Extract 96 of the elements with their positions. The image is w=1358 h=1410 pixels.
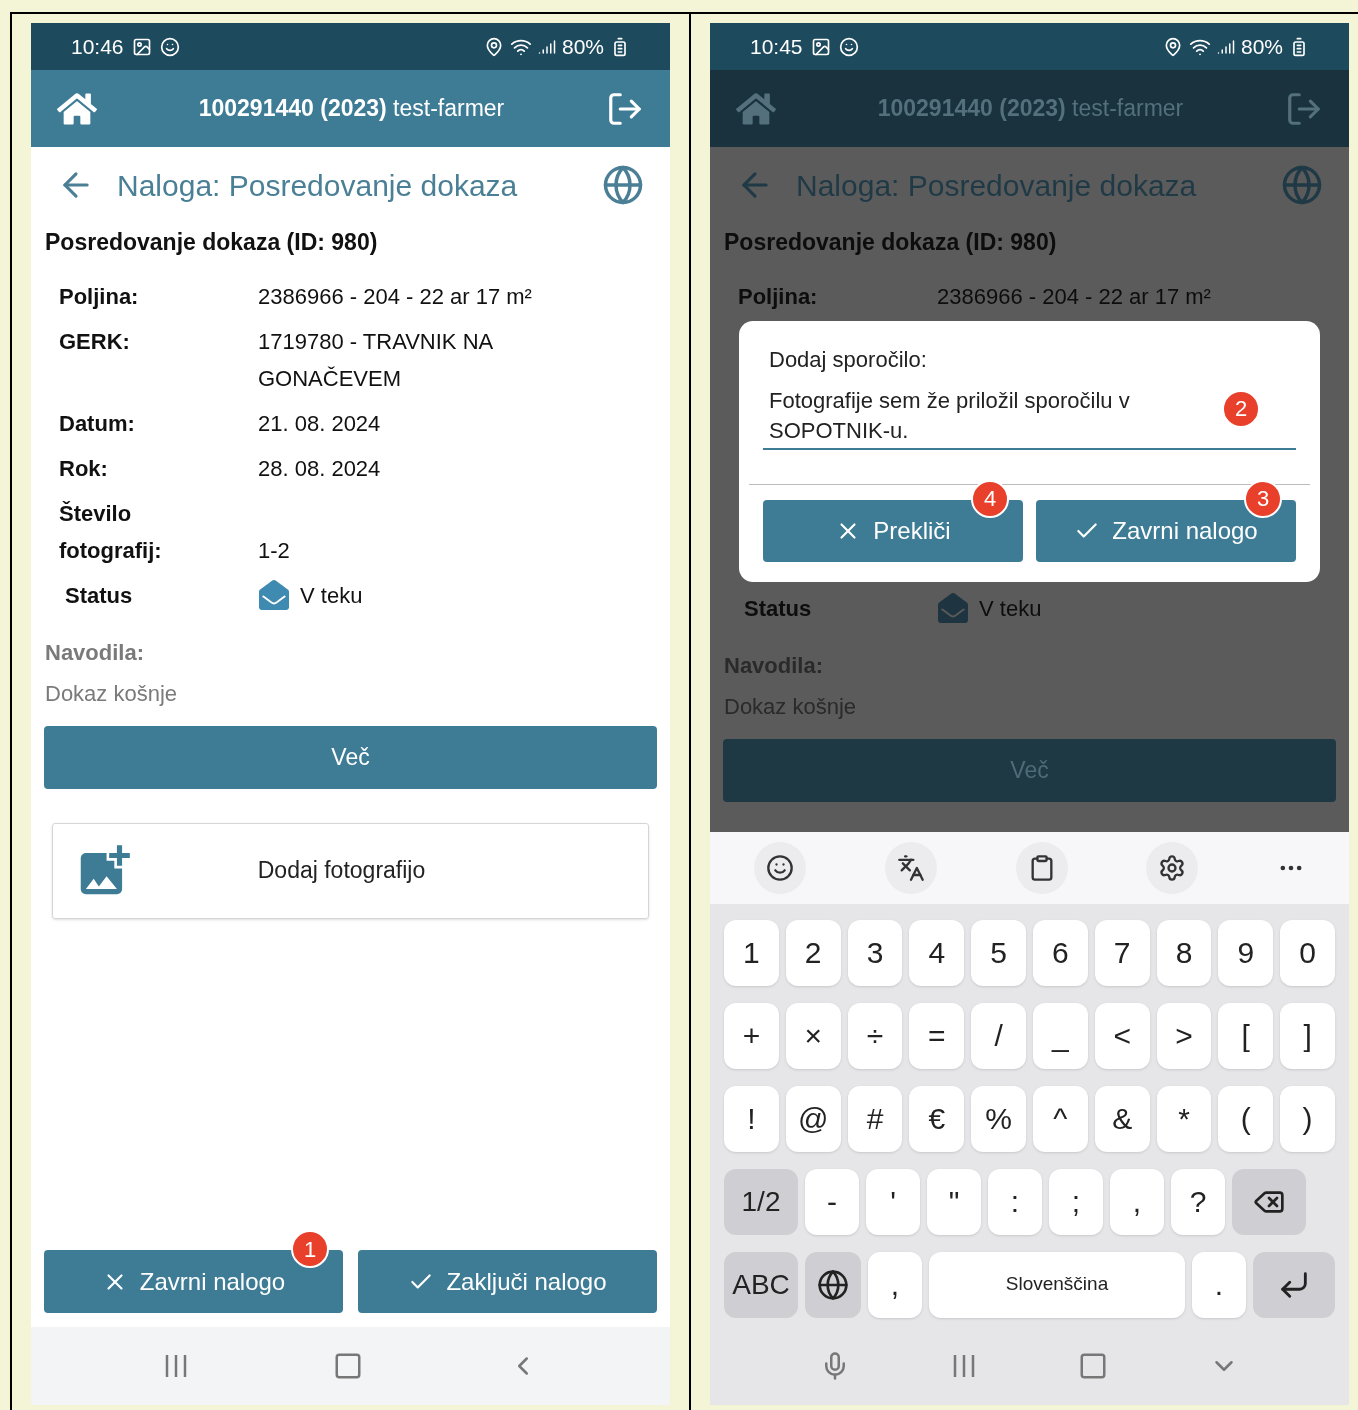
signal-icon bbox=[537, 37, 556, 56]
enter-key[interactable] bbox=[1253, 1251, 1335, 1318]
envelope-icon bbox=[937, 593, 969, 623]
keyboard-key[interactable]: ( bbox=[1218, 1085, 1274, 1152]
section-heading: Posredovanje dokaza (ID: 980) bbox=[723, 228, 1058, 257]
number-badge: 4 bbox=[971, 479, 1009, 518]
number-badge: 2 bbox=[1222, 389, 1260, 428]
keyboard-key[interactable]: ; bbox=[1049, 1168, 1103, 1235]
message-field[interactable]: Fotografije sem že priložil sporočilu v SOPOTNIK-u. 2 bbox=[763, 385, 1296, 450]
keyboard-key[interactable]: # bbox=[847, 1085, 903, 1152]
add-photo-card[interactable]: Dodaj fotografijo bbox=[52, 822, 649, 919]
keyboard-key[interactable]: + bbox=[724, 1002, 779, 1069]
section-heading: Posredovanje dokaza (ID: 980) bbox=[44, 228, 379, 257]
dialog-label: Dodaj sporočilo: bbox=[768, 345, 928, 374]
keyboard-key[interactable]: ^ bbox=[1033, 1085, 1088, 1152]
keyboard-key[interactable]: , bbox=[868, 1251, 922, 1318]
field-label: Rok: bbox=[59, 454, 109, 483]
number-badge: 1 bbox=[291, 1230, 329, 1268]
keyboard-key[interactable]: : bbox=[988, 1168, 1042, 1235]
keyboard-key[interactable]: - bbox=[805, 1168, 859, 1235]
status-value: V teku bbox=[300, 581, 363, 610]
globe-icon[interactable] bbox=[602, 164, 644, 206]
clock-time: 10:46 bbox=[71, 33, 124, 60]
keyboard-key[interactable]: % bbox=[971, 1085, 1026, 1152]
field-label: Datum: bbox=[59, 409, 136, 438]
envelope-icon bbox=[258, 580, 290, 610]
keyboard-key[interactable]: < bbox=[1094, 1002, 1150, 1069]
keyboard-key[interactable]: 9 bbox=[1218, 919, 1274, 986]
more-button[interactable]: Več bbox=[44, 725, 657, 789]
keyboard-key[interactable]: , bbox=[1110, 1168, 1164, 1235]
status-value: V teku bbox=[979, 594, 1042, 623]
keyboard-key[interactable]: ) bbox=[1280, 1085, 1335, 1152]
keyboard-key[interactable]: ' bbox=[866, 1168, 920, 1235]
keyboard-key[interactable]: 0 bbox=[1280, 919, 1335, 986]
keyboard-key[interactable]: [ bbox=[1218, 1002, 1274, 1069]
keyboard-key[interactable]: × bbox=[785, 1002, 841, 1069]
emoji-icon bbox=[766, 853, 794, 882]
field-label: Status bbox=[743, 594, 813, 623]
keyboard-key[interactable]: 8 bbox=[1156, 919, 1212, 986]
field-label: GERK: bbox=[59, 327, 131, 356]
keyboard-key[interactable]: & bbox=[1094, 1085, 1150, 1152]
keyboard-key[interactable]: 3 bbox=[847, 919, 903, 986]
field-value: 2386966 - 204 - 22 ar 17 m² bbox=[258, 282, 532, 311]
instructions-text: Dokaz košnje bbox=[45, 679, 179, 708]
keyboard-key[interactable]: 6 bbox=[1033, 919, 1088, 986]
keyboard-key[interactable]: 7 bbox=[1094, 919, 1150, 986]
keyboard-key[interactable]: @ bbox=[785, 1085, 841, 1152]
translate-icon bbox=[896, 853, 925, 882]
header-title: 100291440 (2023) test-farmer bbox=[877, 94, 1184, 124]
field-label: Status bbox=[64, 581, 134, 610]
keyboard-key[interactable]: 1 bbox=[724, 919, 779, 986]
keyboard-key[interactable]: > bbox=[1156, 1002, 1212, 1069]
field-value: 28. 08. 2024 bbox=[258, 454, 381, 483]
globe-icon bbox=[817, 1268, 849, 1301]
home-icon[interactable] bbox=[736, 90, 776, 127]
field-value: 1719780 - TRAVNIK NA GONAČEVEM bbox=[258, 327, 494, 393]
keyboard-key[interactable]: ? bbox=[1171, 1168, 1225, 1235]
field-label: Poljina: bbox=[59, 282, 140, 311]
keyboard-key[interactable]: € bbox=[909, 1085, 965, 1152]
field-value: 1-2 bbox=[258, 536, 290, 565]
keyboard-key[interactable]: 5 bbox=[971, 919, 1026, 986]
battery-percent: 80% bbox=[1240, 33, 1283, 60]
header-title: 100291440 (2023) test-farmer bbox=[198, 94, 505, 124]
keyboard-key[interactable]: / bbox=[971, 1002, 1026, 1069]
keyboard-key[interactable]: 2 bbox=[785, 919, 841, 986]
keyboard-key[interactable]: _ bbox=[1033, 1002, 1088, 1069]
field-value: 21. 08. 2024 bbox=[258, 409, 381, 438]
keyboard-key[interactable]: . bbox=[1192, 1251, 1246, 1318]
keyboard-key[interactable]: = bbox=[909, 1002, 965, 1069]
signal-icon bbox=[1216, 37, 1235, 56]
clock-time: 10:45 bbox=[750, 33, 803, 60]
instructions-label: Navodila: bbox=[45, 638, 146, 667]
backspace-key[interactable] bbox=[1232, 1168, 1306, 1235]
home-icon[interactable] bbox=[57, 90, 97, 127]
keyboard-key[interactable]: ! bbox=[724, 1085, 779, 1152]
field-value: 2386966 - 204 - 22 ar 17 m² bbox=[937, 282, 1211, 311]
keyboard-key[interactable]: 4 bbox=[909, 919, 965, 986]
space-key[interactable]: Slovenščina bbox=[929, 1251, 1185, 1318]
language-key[interactable] bbox=[805, 1251, 861, 1318]
keyboard-key[interactable]: * bbox=[1156, 1085, 1212, 1152]
keyboard-key[interactable]: " bbox=[927, 1168, 981, 1235]
field-label: Poljina: bbox=[738, 282, 819, 311]
keyboard-key[interactable]: ABC bbox=[724, 1251, 798, 1318]
keyboard-key[interactable]: 1/2 bbox=[724, 1168, 798, 1235]
image-icon bbox=[131, 36, 152, 57]
confirm-button[interactable]: Zaključi nalogo bbox=[358, 1250, 657, 1313]
battery-percent: 80% bbox=[561, 33, 604, 60]
page-title: Naloga: Posredovanje dokaza bbox=[796, 167, 1198, 204]
field-label: Število fotografij: bbox=[59, 499, 163, 565]
page-title: Naloga: Posredovanje dokaza bbox=[117, 167, 519, 204]
image-icon bbox=[810, 36, 831, 57]
settings-icon bbox=[1158, 853, 1187, 882]
home-icon[interactable] bbox=[333, 1351, 364, 1381]
number-badge: 3 bbox=[1244, 479, 1282, 518]
keyboard-key[interactable]: ] bbox=[1280, 1002, 1335, 1069]
keyboard-key[interactable]: ÷ bbox=[847, 1002, 903, 1069]
